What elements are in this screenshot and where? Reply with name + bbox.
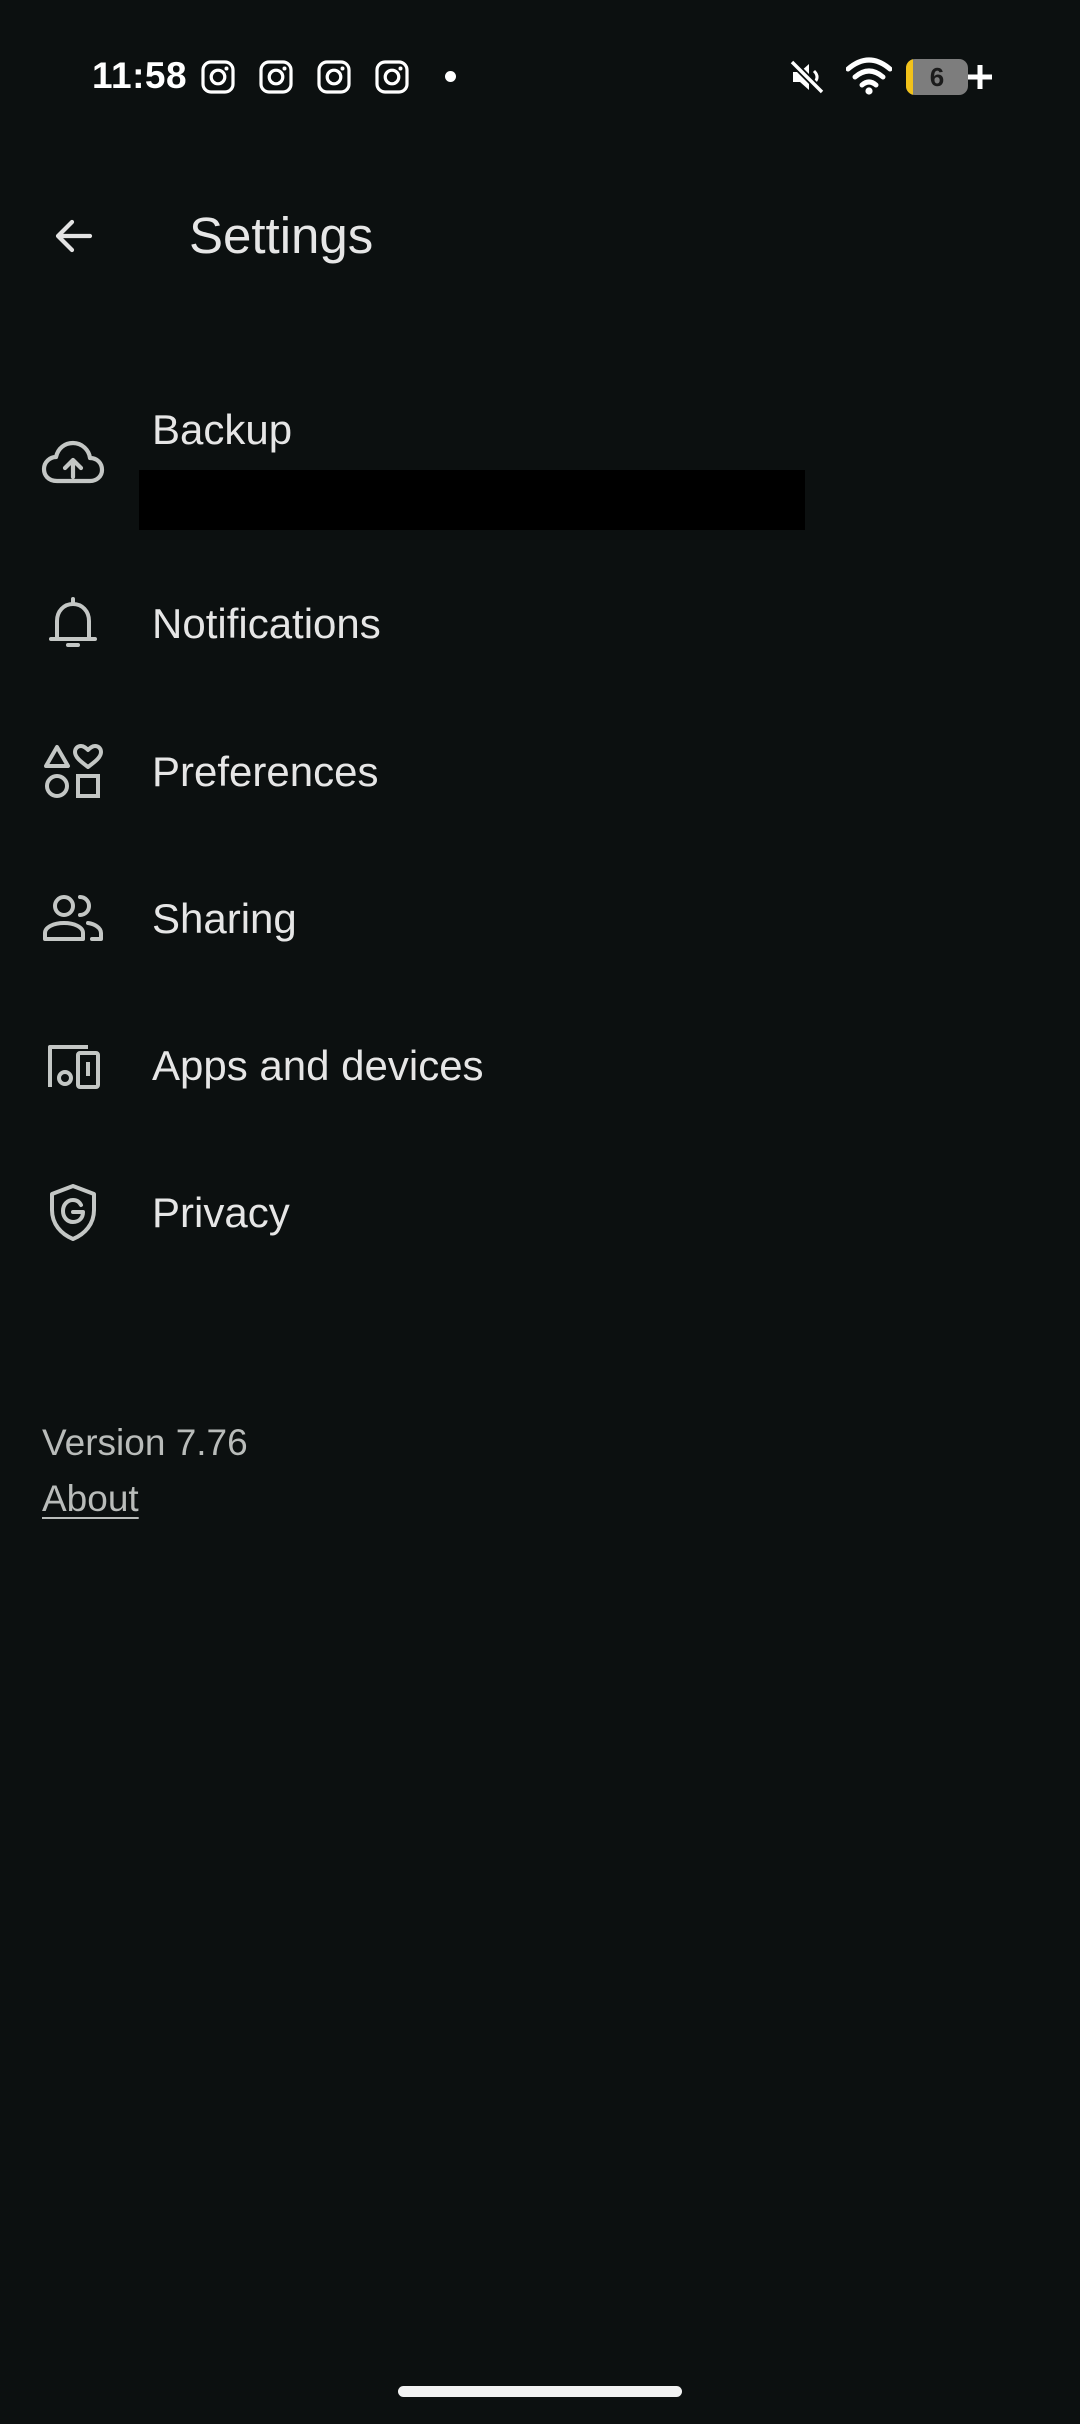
settings-item-label: Sharing — [152, 895, 297, 942]
settings-item-label: Backup — [152, 406, 293, 453]
more-notifications-dot — [445, 71, 456, 82]
settings-item-label: Apps and devices — [152, 1042, 484, 1089]
charging-plus-icon — [968, 65, 992, 89]
devices-icon — [48, 1045, 100, 1089]
cloud-upload-icon — [41, 440, 105, 484]
wifi-icon — [846, 57, 892, 95]
settings-item-apps-and-devices[interactable]: Apps and devices — [0, 1016, 1080, 1116]
status-time: 11:58 — [92, 55, 188, 96]
settings-item-label: Privacy — [152, 1189, 290, 1236]
settings-item-label: Notifications — [152, 600, 381, 647]
settings-item-sharing[interactable]: Sharing — [0, 869, 1080, 969]
about-link[interactable]: About — [42, 1474, 139, 1524]
battery-indicator: 6 — [906, 59, 968, 95]
page-title: Settings — [189, 207, 374, 264]
shield-icon — [50, 1184, 96, 1241]
instagram-icon — [317, 60, 351, 94]
instagram-icon — [375, 60, 409, 94]
status-bar: 11:58 6 — [0, 0, 1080, 150]
battery-level: 6 — [929, 62, 945, 92]
back-button[interactable] — [40, 202, 108, 270]
people-icon — [43, 895, 103, 941]
backup-status-redacted — [139, 470, 805, 530]
bell-icon — [49, 597, 97, 647]
instagram-icon — [201, 60, 235, 94]
arrow-back-icon — [55, 219, 93, 253]
home-indicator[interactable] — [398, 2386, 682, 2397]
settings-item-privacy[interactable]: Privacy — [0, 1163, 1080, 1263]
settings-item-label: Preferences — [152, 748, 379, 795]
settings-item-notifications[interactable]: Notifications — [0, 574, 1080, 674]
app-version: Version 7.76 — [42, 1422, 248, 1463]
settings-item-preferences[interactable]: Preferences — [0, 722, 1080, 822]
mute-icon — [789, 59, 825, 95]
instagram-icon — [259, 60, 293, 94]
shapes-icon — [44, 744, 103, 798]
